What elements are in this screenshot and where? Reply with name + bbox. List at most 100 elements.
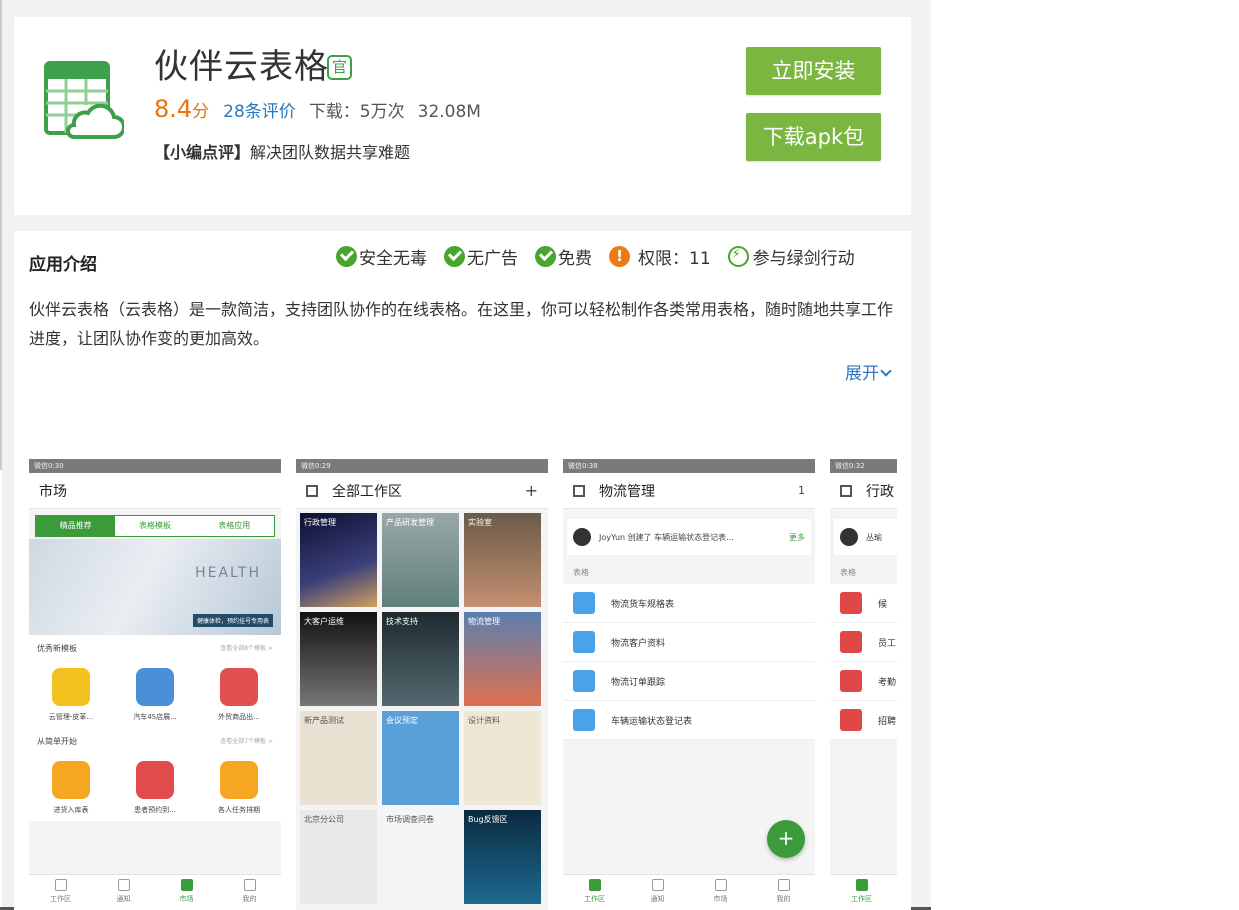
- phone-header: 行政: [830, 473, 897, 509]
- list-item: 物流货车规格表: [563, 584, 815, 623]
- member-count: 1: [798, 484, 805, 497]
- table-icon: [840, 592, 862, 614]
- reviews-link[interactable]: 28条评价: [223, 97, 296, 122]
- download-apk-button[interactable]: 下载apk包: [746, 113, 881, 161]
- status-bar: 微信0:30: [29, 459, 281, 473]
- status-bar: 微信0:29: [296, 459, 548, 473]
- editor-comment-tag: 【小编点评】: [154, 143, 251, 162]
- official-badge: 官: [327, 55, 352, 80]
- grid-icon: [840, 484, 852, 497]
- workspace-tile: 新产品测试: [300, 711, 377, 805]
- editor-comment: 【小编点评】解决团队数据共享难题: [154, 139, 410, 163]
- screenshot-gallery[interactable]: 微信0:30 市场 精品推荐 表格模板 表格应用 HEALTH 健康体检，预约挂…: [29, 459, 897, 910]
- chevron-down-icon: [880, 365, 892, 377]
- app-intro-card: 应用介绍 安全无毒 无广告 免费 !权限：11 参与绿剑行动 伙伴云表格（云表格…: [14, 231, 911, 910]
- table-icon: [840, 631, 862, 653]
- activity-item: 丛瑜: [834, 519, 897, 555]
- workspace-tile: Bug反馈区: [464, 810, 541, 904]
- phone-header: 物流管理 1: [563, 473, 815, 509]
- badge-safe: 安全无毒: [336, 244, 427, 269]
- template-item: 进货入库表: [36, 761, 106, 815]
- template-row: 进货入库表 患者预约到... 各人任务排期: [29, 747, 281, 821]
- check-circle-icon: [336, 246, 357, 267]
- check-circle-icon: [444, 246, 465, 267]
- grid-icon: [54, 879, 67, 891]
- rating-unit: 分: [192, 102, 210, 122]
- rating-score: 8.4: [154, 95, 193, 123]
- phone-tab-bar: 工作区 通知 市场 我的: [29, 874, 281, 910]
- workspace-tile: 行政管理: [300, 513, 377, 607]
- list-item: 候: [830, 584, 897, 623]
- status-bar: 微信0:38: [563, 459, 815, 473]
- template-icon: [220, 668, 258, 706]
- list-label: 表格: [840, 568, 856, 577]
- template-item: 患者预约到...: [120, 761, 190, 815]
- safety-badges: 安全无毒 无广告 免费 !权限：11 参与绿剑行动: [336, 244, 855, 269]
- workspace-tile: 北京分公司: [300, 810, 377, 904]
- bell-icon: [651, 879, 664, 891]
- template-item: 外贸商品出...: [204, 668, 274, 722]
- screenshot-logistics[interactable]: 微信0:38 物流管理 1 JoyYun 创建了 车辆运输状态登记表... 更多 表…: [563, 459, 815, 910]
- screenshot-workspaces[interactable]: 微信0:29 全部工作区 + 行政管理 产品研发管理 实验室 大客户运维 技术支持…: [296, 459, 548, 910]
- template-icon: [136, 668, 174, 706]
- download-count: 下载：5万次: [308, 102, 405, 122]
- grid-icon: [573, 484, 585, 497]
- phone-tab-bar: 工作区: [830, 874, 897, 910]
- table-icon: [573, 631, 595, 653]
- template-icon: [52, 761, 90, 799]
- table-icon: [573, 670, 595, 692]
- activity-item: JoyYun 创建了 车辆运输状态登记表... 更多: [567, 519, 811, 555]
- phone-header: 全部工作区 +: [296, 473, 548, 509]
- screenshot-admin[interactable]: 微信0:32 行政 丛瑜 表格 候 员工 考勤 招聘 工作区: [830, 459, 897, 910]
- avatar: [840, 528, 858, 546]
- add-fab: +: [767, 820, 805, 858]
- user-icon: [840, 670, 862, 692]
- app-title: 伙伴云表格: [154, 47, 329, 87]
- bell-icon: [117, 879, 130, 891]
- status-bar: 微信0:32: [830, 459, 897, 473]
- list-item: 考勤: [830, 662, 897, 701]
- editor-comment-text: 解决团队数据共享难题: [250, 143, 411, 162]
- workspace-tile: 大客户运维: [300, 612, 377, 706]
- template-item: 汽车4S店展...: [120, 668, 190, 722]
- section-header: 优秀新模板 查看全部8个模板 >: [29, 635, 281, 654]
- bag-icon: [180, 879, 193, 891]
- workspace-grid: 行政管理 产品研发管理 实验室 大客户运维 技术支持 物流管理 新产品测试 会议…: [296, 509, 548, 908]
- list-item: 车辆运输状态登记表: [563, 701, 815, 740]
- workspace-tile: 产品研发管理: [382, 513, 459, 607]
- add-icon: +: [524, 481, 538, 500]
- list-item: 员工: [830, 623, 897, 662]
- green-sword-icon: [727, 246, 749, 267]
- app-meta-row: 8.4 分 28条评价 下载：5万次 32.08M: [154, 95, 481, 125]
- phone-header: 市场: [29, 473, 281, 509]
- template-icon: [220, 761, 258, 799]
- bag-icon: [714, 879, 727, 891]
- avatar: [573, 528, 591, 546]
- list-item: 物流客户资料: [563, 623, 815, 662]
- badge-free: 免费: [535, 244, 592, 269]
- badge-permissions[interactable]: ! 权限：11: [609, 244, 711, 269]
- section-header: 从简单开始 查看全部7个模板 >: [29, 728, 281, 747]
- segment-control: 精品推荐 表格模板 表格应用: [35, 515, 275, 537]
- screenshot-market[interactable]: 微信0:30 市场 精品推荐 表格模板 表格应用 HEALTH 健康体检，预约挂…: [29, 459, 281, 910]
- workspace-tile: 技术支持: [382, 612, 459, 706]
- list-label: 表格: [573, 568, 589, 577]
- health-banner: HEALTH 健康体检，预约挂号专用表: [29, 539, 281, 635]
- intro-heading: 应用介绍: [29, 255, 97, 275]
- template-item: 云管理-皮革...: [36, 668, 106, 722]
- app-header-card: 伙伴云表格 官 8.4 分 28条评价 下载：5万次 32.08M 【小编点评】…: [14, 17, 911, 215]
- template-icon: [136, 761, 174, 799]
- expand-link[interactable]: 展开: [845, 359, 892, 384]
- badge-green-sword[interactable]: 参与绿剑行动: [727, 244, 855, 269]
- user-icon: [243, 879, 256, 891]
- grid-icon: [588, 879, 601, 891]
- warning-icon: !: [609, 246, 630, 267]
- user-icon: [777, 879, 790, 891]
- spreadsheet-cloud-icon: [44, 61, 124, 139]
- workspace-tile: 会议预定: [382, 711, 459, 805]
- app-size: 32.08M: [417, 102, 481, 122]
- add-user-icon: [840, 709, 862, 731]
- list-item: 招聘: [830, 701, 897, 740]
- install-button[interactable]: 立即安装: [746, 47, 881, 95]
- workspace-tile: 实验室: [464, 513, 541, 607]
